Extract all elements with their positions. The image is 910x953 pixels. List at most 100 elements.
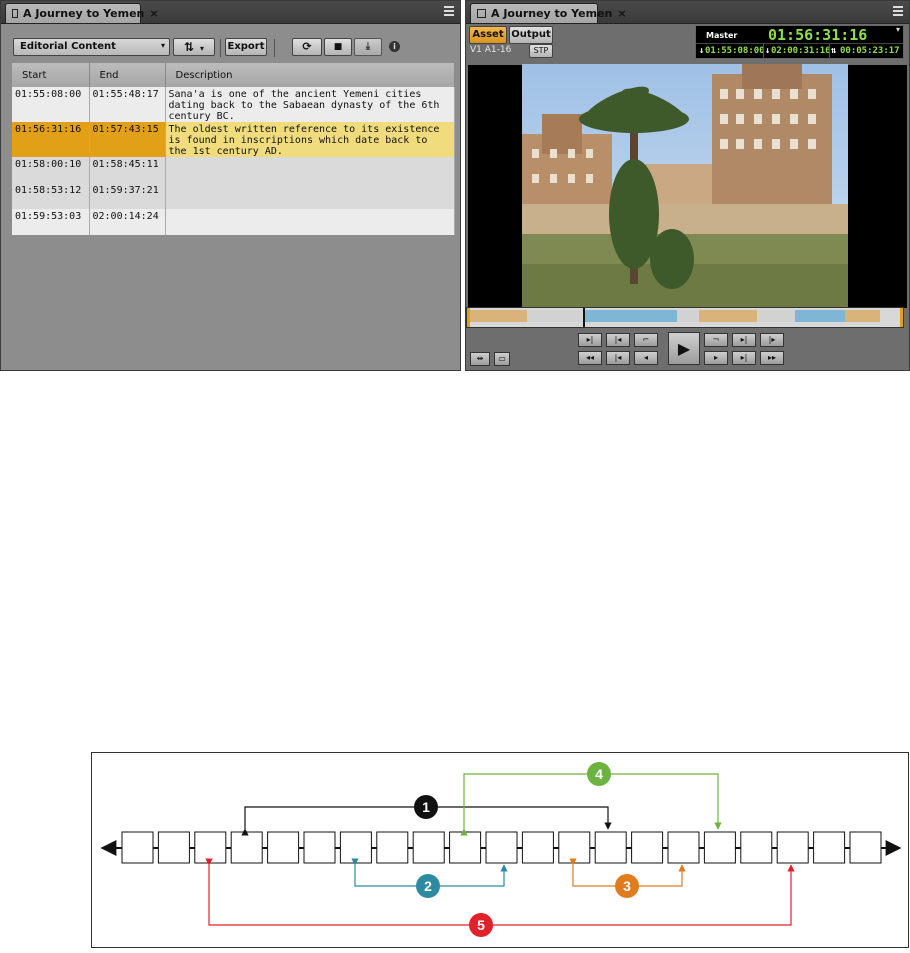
row-start: 01:55:08:00 <box>12 87 90 122</box>
lock-icon: ■ <box>333 42 343 52</box>
close-tab-icon[interactable]: × <box>149 7 158 20</box>
segment-marker <box>470 310 527 322</box>
frame-cell <box>230 831 263 864</box>
rewind-fast-icon[interactable]: ◂◂ <box>578 351 602 365</box>
frame-cell <box>412 831 445 864</box>
right-panel-tab[interactable]: A Journey to Yemen × <box>470 3 627 23</box>
duration-timecode: 00:05:23:17 <box>840 46 900 56</box>
left-tab-bar: A Journey to Yemen × <box>1 1 460 24</box>
lock-button[interactable]: ■ <box>324 38 352 56</box>
mark-in-button[interactable]: ⌐ <box>634 333 658 347</box>
marker-label-4: 4 <box>595 766 603 782</box>
track-selector[interactable]: V1 A1-16 <box>470 45 511 55</box>
video-frame-image <box>522 64 848 307</box>
marker-badge-1: 1 <box>414 795 438 819</box>
sort-button[interactable]: ⇅ ▾ <box>173 38 215 56</box>
rewind-icon[interactable]: ◂ <box>634 351 658 365</box>
download-icon: ⤓ <box>365 41 371 52</box>
frame-cell <box>849 831 882 864</box>
table-row[interactable]: 01:59:53:03 02:00:14:24 <box>12 209 455 235</box>
marker-badge-2: 2 <box>416 874 440 898</box>
fast-forward-icon[interactable]: ▸▸ <box>760 351 784 365</box>
right-tab-bar: A Journey to Yemen × <box>466 1 909 24</box>
segment-marker <box>757 310 795 322</box>
row-end: 01:57:43:15 <box>89 122 166 157</box>
step-forward-icon[interactable]: ▸| <box>732 351 756 365</box>
export-button[interactable]: Export <box>225 38 267 56</box>
segment-marker <box>584 310 677 322</box>
table-row[interactable]: 01:58:00:10 01:58:45:11 <box>12 157 455 183</box>
row-description[interactable] <box>165 157 455 183</box>
close-tab-icon[interactable]: × <box>617 7 626 20</box>
row-description[interactable] <box>165 209 455 235</box>
duration-icon: ⇅ <box>831 46 837 56</box>
frame-cells <box>121 831 882 864</box>
output-toggle[interactable]: Output <box>509 26 553 44</box>
table-row-selected[interactable]: 01:56:31:16 01:57:43:15 The oldest writt… <box>12 122 455 157</box>
segment-marker <box>845 310 880 322</box>
marker-label-5: 5 <box>477 917 485 933</box>
step-back-icon[interactable]: |◂ <box>606 351 630 365</box>
content-type-label: Editorial Content <box>20 41 116 52</box>
frame-cell <box>776 831 809 864</box>
mark-out-icon: ↓ <box>765 46 771 56</box>
master-label: Master <box>706 31 738 40</box>
column-header-end[interactable]: End <box>89 63 166 87</box>
row-description[interactable]: Sana'a is one of the ancient Yemeni citi… <box>165 87 455 122</box>
marker-label-3: 3 <box>623 878 631 894</box>
go-to-in-icon[interactable]: |◂ <box>606 333 630 347</box>
stp-button[interactable]: STP <box>529 44 553 58</box>
mark-out-button[interactable]: ¬ <box>704 333 728 347</box>
step-in-icon[interactable]: ▸| <box>578 333 602 347</box>
mark-in-icon: ↓ <box>699 46 705 56</box>
table-row[interactable]: 01:58:53:12 01:59:37:21 <box>12 183 455 209</box>
forward-icon[interactable]: ▸ <box>704 351 728 365</box>
marker-label-1: 1 <box>422 799 430 815</box>
panel-menu-icon[interactable] <box>444 6 454 16</box>
row-start: 01:58:53:12 <box>12 183 90 209</box>
refresh-button[interactable]: ⟳ <box>292 38 322 56</box>
left-panel-tab[interactable]: A Journey to Yemen × <box>5 3 159 23</box>
frame-cell <box>631 831 664 864</box>
frame-cell <box>121 831 154 864</box>
play-button[interactable]: ▶ <box>668 332 700 365</box>
table-row[interactable]: 01:55:08:00 01:55:48:17 Sana'a is one of… <box>12 87 455 122</box>
info-icon[interactable]: i <box>389 41 400 52</box>
column-header-description[interactable]: Description <box>165 63 455 87</box>
content-type-dropdown[interactable]: Editorial Content ▾ <box>13 38 170 56</box>
audio-tracks-icon[interactable]: ⇹ <box>470 352 490 366</box>
sort-arrows-icon: ⇅ <box>183 40 195 54</box>
video-frame <box>522 64 848 307</box>
timecode-display[interactable]: Master 01:56:31:16 ▾ ↓ 01:55:08:00 ↓ 02:… <box>695 25 904 59</box>
asset-toggle[interactable]: Asset <box>469 26 507 44</box>
go-to-out-icon[interactable]: ▸| <box>732 333 756 347</box>
marker-label-2: 2 <box>424 878 432 894</box>
column-header-start[interactable]: Start <box>12 63 90 87</box>
panel-menu-icon[interactable] <box>893 6 903 16</box>
refresh-icon: ⟳ <box>302 40 312 53</box>
monitor-icon <box>477 9 486 18</box>
row-description[interactable] <box>165 183 455 209</box>
marker-span-diagram: 1 4 2 3 5 <box>91 752 909 948</box>
row-end: 02:00:14:24 <box>89 209 166 235</box>
table-header-row: Start End Description <box>12 63 455 87</box>
frame-cell <box>157 831 190 864</box>
playhead[interactable] <box>583 308 585 327</box>
master-timecode: 01:56:31:16 <box>768 26 868 44</box>
segment-marker <box>527 310 582 322</box>
frame-cell <box>703 831 736 864</box>
row-description[interactable]: The oldest written reference to its exis… <box>165 122 455 157</box>
position-bar[interactable] <box>466 307 904 328</box>
frame-cell <box>303 831 336 864</box>
chevron-down-icon[interactable]: ▾ <box>896 25 900 34</box>
row-end: 01:55:48:17 <box>89 87 166 122</box>
frame-cell <box>740 831 773 864</box>
mark-in-timecode: 01:55:08:00 <box>705 46 765 56</box>
download-button[interactable]: ⤓ <box>354 38 382 56</box>
keyboard-icon[interactable]: ▭ <box>494 352 510 366</box>
step-out-icon[interactable]: |▸ <box>760 333 784 347</box>
row-start: 01:59:53:03 <box>12 209 90 235</box>
frame-cell <box>339 831 372 864</box>
mark-out-indicator <box>900 308 903 327</box>
diagram-svg: 1 4 2 3 5 <box>100 762 902 937</box>
